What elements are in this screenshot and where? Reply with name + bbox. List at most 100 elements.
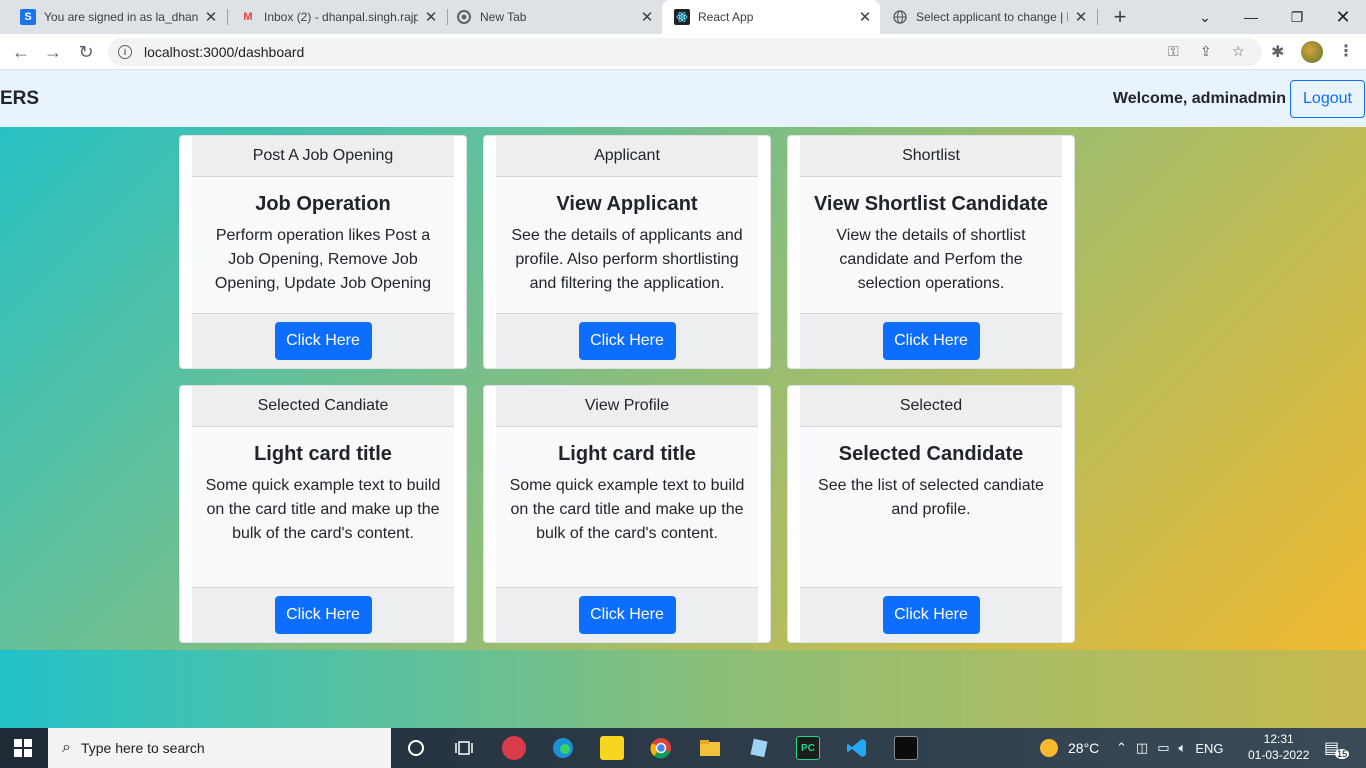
file-explorer-icon[interactable]: [698, 736, 722, 760]
edge-browser-icon[interactable]: [551, 736, 575, 760]
browser-tab[interactable]: New Tab ✕: [448, 0, 662, 34]
key-icon[interactable]: ⚿: [1168, 43, 1179, 60]
site-favicon-icon: S: [20, 9, 36, 25]
share-icon[interactable]: ⇪: [1200, 43, 1212, 60]
volume-icon[interactable]: 🔈︎: [1179, 740, 1187, 756]
card-header: Shortlist: [800, 136, 1062, 177]
bookmark-star-icon[interactable]: ☆: [1232, 43, 1245, 60]
selected-list-button[interactable]: Click Here: [882, 596, 980, 634]
forward-arrow-icon[interactable]: →: [40, 39, 66, 65]
browser-toolbar: ← → ↻ i localhost:3000/dashboard ⚿ ⇪ ☆ ✱…: [0, 34, 1366, 70]
browser-tab[interactable]: S You are signed in as la_dhanp ✕: [0, 0, 226, 34]
logout-button[interactable]: Logout: [1290, 80, 1365, 118]
dashboard-card: Post A Job Opening Job Operation Perform…: [179, 135, 467, 369]
url-text: localhost:3000/dashboard: [144, 44, 305, 60]
clock-time: 12:31: [1263, 732, 1294, 746]
tab-search-chevron-down-icon[interactable]: ⌄: [1182, 0, 1228, 34]
search-icon: ⌕: [62, 739, 71, 756]
card-text: Perform operation likes Post a Job Openi…: [214, 227, 432, 292]
dashboard-card: Applicant View Applicant See the details…: [483, 135, 771, 369]
dashboard-card: View Profile Light card title Some quick…: [483, 385, 771, 643]
card-title: Selected Candidate: [838, 443, 1024, 465]
tab-close-icon[interactable]: ✕: [422, 8, 440, 26]
dashboard-card: Selected Selected Candidate See the list…: [787, 385, 1075, 643]
tab-title: Select applicant to change | D: [916, 10, 1068, 24]
windows-start-icon[interactable]: [14, 739, 32, 757]
chevron-up-icon[interactable]: ⌃: [1116, 740, 1127, 756]
card-header: Post A Job Opening: [192, 136, 454, 177]
site-info-icon[interactable]: i: [118, 45, 132, 59]
chrome-taskbar-icon[interactable]: [649, 736, 673, 760]
network-icon[interactable]: ▭: [1157, 740, 1169, 756]
card-title: Light card title: [254, 443, 392, 465]
tab-title: Inbox (2) - dhanpal.singh.rajp: [264, 10, 418, 24]
card-title: Light card title: [558, 443, 696, 465]
page-viewport: ERS Welcome, adminadmin Logout Post A Jo…: [0, 70, 1366, 728]
clock-date: 01-03-2022: [1248, 748, 1310, 762]
app-navbar: ERS Welcome, adminadmin Logout: [0, 70, 1366, 127]
taskbar-clock[interactable]: 12:31 01-03-2022: [1248, 731, 1309, 763]
tab-close-icon[interactable]: ✕: [856, 8, 874, 26]
browser-tab-active[interactable]: React App ✕: [662, 0, 880, 34]
card-text: View the details of shortlist candidate …: [836, 227, 1026, 292]
windows-taskbar: ⌕ Type here to search PC 28°C ⌃ ◫ ▭ 🔈︎ E…: [0, 728, 1366, 768]
tab-close-icon[interactable]: ✕: [1072, 8, 1090, 26]
selected-candidate-button[interactable]: Click Here: [274, 596, 372, 634]
language-indicator[interactable]: ENG: [1195, 741, 1223, 756]
react-icon: [674, 9, 690, 25]
card-text: See the details of applicants and profil…: [511, 227, 743, 292]
card-text: Some quick example text to build on the …: [509, 477, 745, 542]
tab-close-icon[interactable]: ✕: [638, 8, 656, 26]
tab-title: React App: [698, 10, 754, 24]
app-icon[interactable]: [502, 736, 526, 760]
address-bar[interactable]: i localhost:3000/dashboard: [108, 38, 1262, 66]
card-header: Applicant: [496, 136, 758, 177]
browser-tab[interactable]: M Inbox (2) - dhanpal.singh.rajp ✕: [228, 0, 446, 34]
browser-tabstrip: S You are signed in as la_dhanp ✕ M Inbo…: [0, 0, 1366, 34]
cortana-icon[interactable]: [404, 736, 428, 760]
weather-temp: 28°C: [1068, 740, 1100, 756]
meet-now-icon[interactable]: ◫: [1136, 740, 1148, 756]
task-view-icon[interactable]: [452, 736, 476, 760]
close-window-icon[interactable]: ✕: [1320, 0, 1366, 34]
weather-widget[interactable]: 28°C: [1040, 728, 1099, 768]
browser-tab[interactable]: Select applicant to change | D ✕: [880, 0, 1096, 34]
new-tab-plus-icon[interactable]: +: [1108, 4, 1132, 29]
extensions-puzzle-icon[interactable]: ✱: [1271, 42, 1284, 62]
more-menu-icon[interactable]: ⋮: [1338, 41, 1354, 61]
notification-count: 15: [1335, 749, 1350, 759]
terminal-icon[interactable]: [894, 736, 918, 760]
globe-icon: [892, 9, 908, 25]
tab-close-icon[interactable]: ✕: [202, 8, 220, 26]
gmail-icon: M: [243, 11, 253, 23]
page-background-strip: [0, 650, 1366, 728]
vscode-icon[interactable]: [845, 736, 869, 760]
pycharm-icon[interactable]: PC: [796, 736, 820, 760]
taskbar-search-input[interactable]: ⌕ Type here to search: [48, 728, 391, 768]
card-text: Some quick example text to build on the …: [205, 477, 441, 542]
view-profile-button[interactable]: Click Here: [578, 596, 676, 634]
search-placeholder: Type here to search: [80, 740, 205, 756]
weather-sun-icon: [1040, 739, 1058, 757]
system-tray: ⌃ ◫ ▭ 🔈︎ ENG: [1116, 728, 1223, 768]
view-shortlist-button[interactable]: Click Here: [882, 322, 980, 360]
dashboard-card: Shortlist View Shortlist Candidate View …: [787, 135, 1075, 369]
restore-icon[interactable]: ❐: [1274, 0, 1320, 34]
chrome-icon: [456, 9, 472, 25]
notification-center-icon[interactable]: ▤ 15: [1324, 728, 1350, 768]
minimize-icon[interactable]: —: [1228, 0, 1274, 34]
card-text: See the list of selected candiate and pr…: [818, 477, 1044, 518]
view-applicant-button[interactable]: Click Here: [578, 322, 676, 360]
app-brand[interactable]: ERS: [0, 88, 39, 110]
notepad-icon[interactable]: [747, 736, 771, 760]
dashboard-card: Selected Candiate Light card title Some …: [179, 385, 467, 643]
sticky-notes-icon[interactable]: [600, 736, 624, 760]
card-header: View Profile: [496, 386, 758, 427]
back-arrow-icon[interactable]: ←: [8, 39, 34, 65]
profile-avatar[interactable]: [1301, 41, 1323, 63]
reload-icon[interactable]: ↻: [73, 39, 99, 65]
job-operation-button[interactable]: Click Here: [274, 322, 372, 360]
card-header: Selected: [800, 386, 1062, 427]
card-title: View Applicant: [556, 193, 698, 215]
tab-title: You are signed in as la_dhanp: [44, 10, 198, 24]
